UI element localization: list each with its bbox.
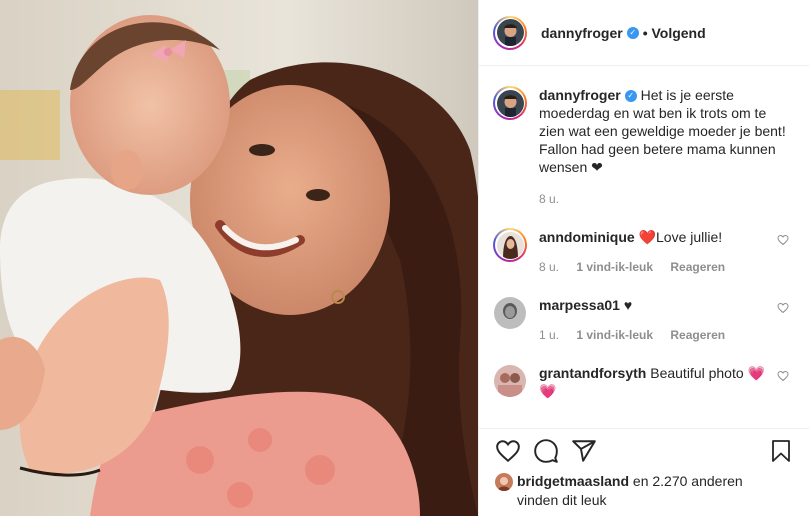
avatar: [496, 89, 524, 117]
follow-status-button[interactable]: • Volgend: [643, 25, 706, 41]
avatar[interactable]: [494, 365, 526, 397]
caption-username[interactable]: dannyfroger: [539, 87, 621, 103]
reply-button[interactable]: Reageren: [670, 328, 725, 342]
comment-item: marpessa01 ♥ 1 u. 1 vind-ik-leuk Reagere…: [493, 296, 795, 344]
comment-item: grantandforsyth Beautiful photo 💗💗: [493, 364, 795, 400]
comment-username[interactable]: marpessa01: [539, 297, 620, 313]
avatar[interactable]: [494, 297, 526, 329]
verified-badge-icon: ✓: [626, 26, 639, 39]
likes-summary: bridgetmaasland en 2.270 anderen vinden …: [495, 472, 743, 509]
likes-count[interactable]: en 2.270 anderen: [633, 473, 743, 489]
comment-likes[interactable]: 1 vind-ik-leuk: [576, 328, 653, 342]
commenter-avatar-ring[interactable]: [493, 228, 527, 262]
heart-icon[interactable]: [777, 370, 789, 382]
instagram-post: dannyfroger ✓ • Volgend dannyfroger ✓ Het…: [0, 0, 809, 516]
comment-time[interactable]: 1 u.: [539, 328, 559, 342]
reply-button[interactable]: Reageren: [670, 260, 725, 274]
author-username[interactable]: dannyfroger: [541, 25, 623, 41]
comments-list: dannyfroger ✓ Het is je eerste moederdag …: [479, 86, 809, 400]
heart-icon[interactable]: [777, 234, 789, 246]
heart-icon[interactable]: [495, 438, 521, 464]
liker-username[interactable]: bridgetmaasland: [517, 473, 629, 489]
comment-icon[interactable]: [533, 438, 559, 464]
comment-item: anndominique ❤️Love jullie! 8 u. 1 vind-…: [493, 228, 795, 276]
comment-likes[interactable]: 1 vind-ik-leuk: [576, 260, 653, 274]
comment-username[interactable]: anndominique: [539, 229, 635, 245]
post-photo[interactable]: [0, 0, 478, 516]
caption-avatar-ring[interactable]: [493, 86, 527, 120]
post-caption: dannyfroger ✓ Het is je eerste moederdag …: [493, 86, 795, 208]
caption-time[interactable]: 8 u.: [539, 192, 559, 206]
avatar[interactable]: [495, 473, 513, 492]
share-icon[interactable]: [571, 438, 597, 464]
avatar: [496, 19, 524, 46]
comment-text: ❤️Love jullie!: [638, 229, 723, 245]
post-actions: [495, 438, 799, 468]
comment-username[interactable]: grantandforsyth: [539, 365, 646, 381]
comment-time[interactable]: 8 u.: [539, 260, 559, 274]
author-avatar-ring[interactable]: [493, 15, 527, 50]
post-side-panel: dannyfroger ✓ • Volgend dannyfroger ✓ Het…: [478, 0, 809, 516]
bookmark-icon[interactable]: [769, 438, 793, 464]
likes-suffix: vinden dit leuk: [517, 492, 607, 509]
divider: [479, 428, 809, 429]
verified-badge-icon: ✓: [624, 90, 637, 103]
avatar: [496, 231, 524, 259]
post-header: dannyfroger ✓ • Volgend: [479, 0, 809, 66]
heart-icon[interactable]: [777, 302, 789, 314]
post-image: [0, 0, 478, 516]
comment-text: ♥: [623, 297, 633, 313]
